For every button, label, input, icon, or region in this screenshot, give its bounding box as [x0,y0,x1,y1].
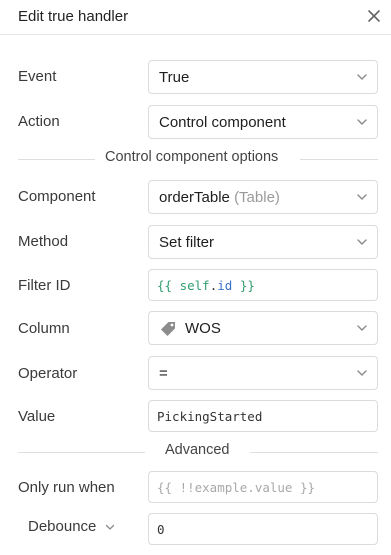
event-label: Event [18,68,57,85]
only-run-when-label: Only run when [18,479,115,496]
only-run-when-input[interactable]: {{ !!example.value }} [148,471,378,503]
chevron-down-icon [357,239,367,245]
panel-header: Edit true handler [0,0,391,35]
filter-id-input[interactable]: {{ self.id }} [148,269,378,301]
column-label: Column [18,320,70,337]
section-divider-advanced: Advanced [18,442,378,458]
chevron-down-icon [357,194,367,200]
component-value: orderTable (Table) [159,189,280,206]
action-label: Action [18,113,60,130]
tag-icon [161,322,175,336]
method-label: Method [18,233,69,250]
debounce-label: Debounce [28,518,97,535]
close-icon[interactable] [366,8,382,24]
operator-value: = [159,365,168,382]
component-type-hint: (Table) [234,189,280,206]
component-label: Component [18,188,96,205]
debounce-toggle[interactable]: Debounce [18,518,115,540]
filter-id-code: {{ self.id }} [157,278,255,293]
value-input[interactable]: PickingStarted [148,400,378,432]
section-divider-options: Control component options [18,149,378,165]
chevron-down-icon [357,119,367,125]
chevron-down-icon [357,74,367,80]
method-value: Set filter [159,234,215,251]
value-text: PickingStarted [157,409,263,424]
column-select[interactable]: WOS [148,311,378,345]
chevron-down-icon [105,524,115,530]
component-select[interactable]: orderTable (Table) [148,180,378,214]
value-label: Value [18,408,56,425]
section-title-advanced: Advanced [165,442,230,458]
action-value: Control component [159,114,286,131]
only-run-when-placeholder: {{ !!example.value }} [157,480,316,495]
filter-id-label: Filter ID [18,277,71,294]
operator-label: Operator [18,365,78,382]
action-select[interactable]: Control component [148,105,378,139]
debounce-value: 0 [157,522,165,537]
event-value: True [159,69,190,86]
column-value: WOS [185,320,221,337]
panel-title: Edit true handler [18,8,129,25]
method-select[interactable]: Set filter [148,225,378,259]
section-title-options: Control component options [105,149,279,165]
event-select[interactable]: True [148,60,378,94]
component-name: orderTable [159,189,230,206]
chevron-down-icon [357,325,367,331]
debounce-input[interactable]: 0 [148,513,378,545]
operator-select[interactable]: = [148,356,378,390]
chevron-down-icon [357,370,367,376]
